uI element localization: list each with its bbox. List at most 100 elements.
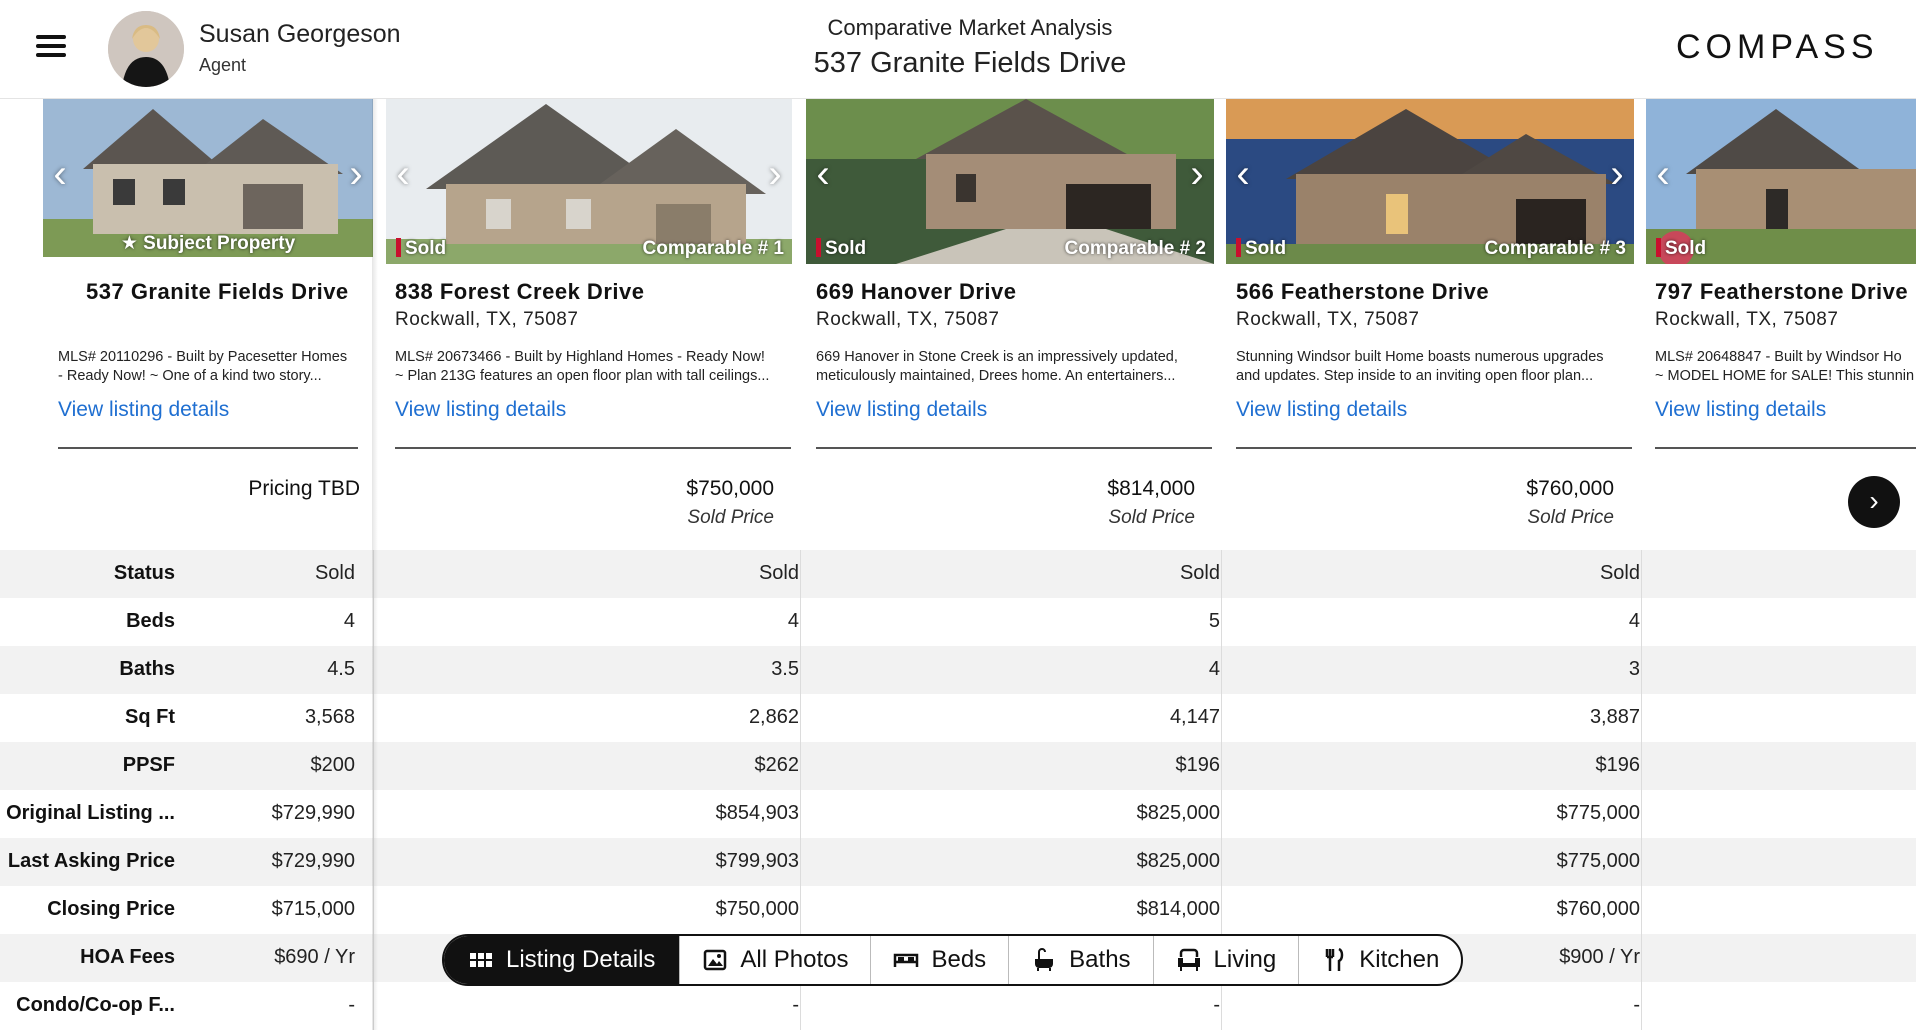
sold-badge: Sold [1656,238,1706,260]
photo-prev-arrow-icon[interactable]: ‹ [45,149,75,199]
tab-label: Living [1213,946,1277,973]
divider [395,447,791,449]
next-comparables-button[interactable]: › [1848,476,1900,528]
divider [1236,447,1632,449]
description-line: 669 Hanover in Stone Creek is an impress… [816,349,1178,365]
photo-prev-arrow-icon[interactable]: ‹ [388,149,418,199]
section-tab-bar: Listing Details All Photos Beds Baths Li… [442,934,1464,986]
comparable-description: 669 Hanover in Stone Creek is an impress… [816,348,1216,388]
description-line: meticulously maintained, Drees home. An … [816,368,1176,384]
tab-all-photos[interactable]: All Photos [679,936,870,984]
subject-address: 537 Granite Fields Drive [86,279,349,304]
top-header: Susan Georgeson Agent Comparative Market… [0,0,1916,99]
sold-badge-text: Sold [405,238,447,259]
photo-next-arrow-icon[interactable]: › [760,149,790,199]
comparable-column-4: ‹ Sold 797 Featherstone Drive Rockwall, … [1646,99,1916,1030]
comparable-city: Rockwall, TX, 75087 [1236,309,1420,330]
comparable-photo: ‹ › Sold Comparable # 1 [386,99,792,264]
tab-baths[interactable]: Baths [1008,936,1152,984]
grid-icon [470,953,492,967]
comparable-address: 797 Featherstone Drive [1655,279,1909,304]
comparable-column-3: ‹ › Sold Comparable # 3 566 Featherstone… [1226,99,1640,1030]
sold-badge-text: Sold [1245,238,1287,259]
photo-next-arrow-icon[interactable]: › [341,149,371,199]
image-icon [704,949,727,971]
photo-prev-arrow-icon[interactable]: ‹ [808,149,838,199]
comparable-description: MLS# 20648847 - Built by Windsor Ho ~ MO… [1655,348,1916,388]
comparable-address: 669 Hanover Drive [816,279,1017,304]
tab-beds[interactable]: Beds [870,936,1008,984]
tab-label: All Photos [740,946,849,973]
comparable-label: Comparable # 2 [1064,238,1207,259]
divider [1655,447,1916,449]
comparable-description: Stunning Windsor built Home boasts numer… [1236,348,1636,388]
comparable-price: $750,000 [686,477,774,500]
bed-icon [894,953,919,967]
compass-logo: COMPASS [1676,28,1879,66]
view-listing-details-link[interactable]: View listing details [1655,398,1826,422]
bath-icon [1035,948,1054,971]
description-line: - Ready Now! ~ One of a kind two story..… [58,368,322,384]
subject-description: MLS# 20110296 - Built by Pacesetter Home… [58,348,364,388]
description-line: MLS# 20110296 - Built by Pacesetter Home… [58,349,348,365]
comparable-photo: ‹ Sold [1646,99,1916,264]
subject-price: Pricing TBD [248,477,360,500]
comparable-city: Rockwall, TX, 75087 [395,309,579,330]
comparable-address: 566 Featherstone Drive [1236,279,1490,304]
photo-prev-arrow-icon[interactable]: ‹ [1648,149,1678,199]
description-line: MLS# 20648847 - Built by Windsor Ho [1655,349,1902,365]
report-title: 537 Granite Fields Drive [813,47,1127,79]
tab-label: Listing Details [506,946,656,973]
divider [816,447,1212,449]
column-divider [1641,550,1642,1030]
view-listing-details-link[interactable]: View listing details [816,398,987,422]
comparable-photo: ‹ › Sold Comparable # 3 [1226,99,1634,264]
description-line: ~ Plan 213G features an open floor plan … [395,368,770,384]
tab-label: Beds [931,946,987,973]
view-listing-details-link[interactable]: View listing details [58,398,229,422]
comparable-city: Rockwall, TX, 75087 [816,309,1000,330]
comparable-description: MLS# 20673466 - Built by Highland Homes … [395,348,795,388]
comparable-label: Comparable # 3 [1484,238,1627,259]
tab-listing-details[interactable]: Listing Details [444,936,680,984]
description-line: and updates. Step inside to an inviting … [1236,368,1594,384]
sold-badge-text: Sold [825,238,867,259]
cma-page: Susan Georgeson Agent Comparative Market… [0,0,1916,1030]
view-listing-details-link[interactable]: View listing details [395,398,566,422]
comparable-price: $814,000 [1107,477,1195,500]
comparable-column-2: ‹ › Sold Comparable # 2 669 Hanover Driv… [806,99,1220,1030]
comparable-city: Rockwall, TX, 75087 [1655,309,1839,330]
divider [58,447,358,449]
description-line: MLS# 20673466 - Built by Highland Homes … [395,349,765,365]
armchair-icon [1177,948,1200,971]
photo-next-arrow-icon[interactable]: › [1602,149,1632,199]
sold-badge: Sold [1236,238,1286,260]
report-subtitle: Comparative Market Analysis [827,15,1113,40]
description-line: Stunning Windsor built Home boasts numer… [1236,349,1604,365]
comparable-label: Comparable # 1 [642,238,785,259]
tab-living[interactable]: Living [1152,936,1299,984]
sold-badge: Sold [816,238,866,260]
column-shadow [372,99,378,1030]
utensils-icon [1326,947,1344,971]
star-icon: ★ [120,233,138,254]
view-listing-details-link[interactable]: View listing details [1236,398,1407,422]
comparable-price: $760,000 [1526,477,1614,500]
sold-badge: Sold [396,238,446,260]
photo-prev-arrow-icon[interactable]: ‹ [1228,149,1258,199]
comparable-column-1: ‹ › Sold Comparable # 1 838 Forest Creek… [386,99,800,1030]
tab-label: Baths [1069,946,1131,973]
comparable-address: 838 Forest Creek Drive [395,279,645,304]
comparable-photo: ‹ › Sold Comparable # 2 [806,99,1214,264]
sold-badge-text: Sold [1665,238,1707,259]
tab-label: Kitchen [1359,946,1440,973]
subject-photo: ‹ › ★ Subject Property [43,99,373,257]
tab-kitchen[interactable]: Kitchen [1298,936,1461,984]
subject-label-text: Subject Property [143,233,296,254]
price-label: Sold Price [1527,507,1614,528]
subject-property-label: ★ Subject Property [43,232,373,255]
description-line: ~ MODEL HOME for SALE! This stunnin [1655,368,1915,384]
subject-property-column: ‹ › ★ Subject Property 537 Granite Field… [0,99,373,1030]
price-label: Sold Price [687,507,774,528]
photo-next-arrow-icon[interactable]: › [1182,149,1212,199]
